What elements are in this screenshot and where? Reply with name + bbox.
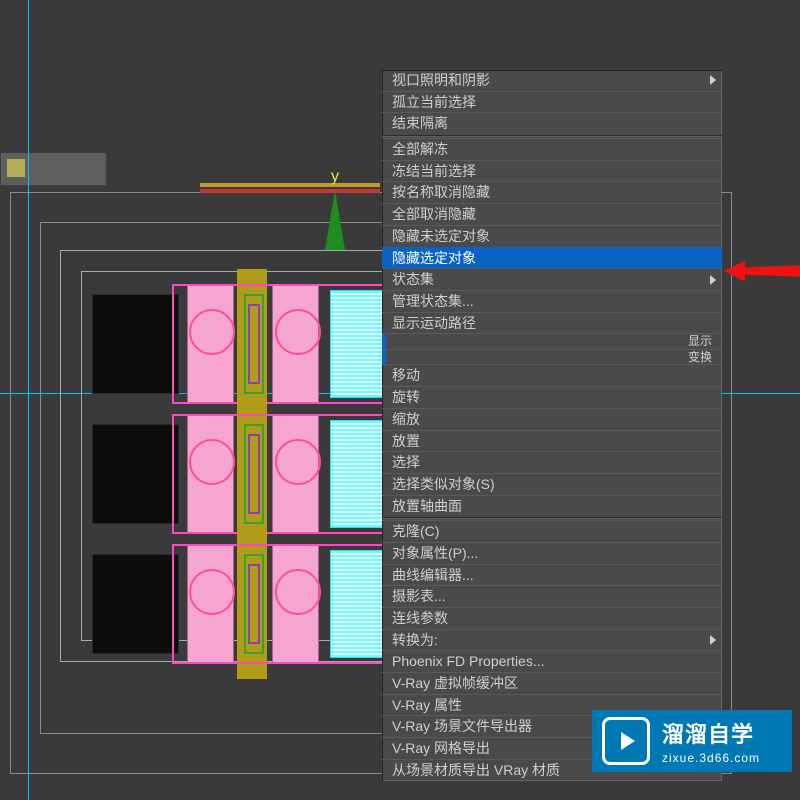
center-purple-frame [248, 434, 260, 514]
circle-outline [189, 309, 235, 355]
circle-outline [275, 569, 321, 615]
menu-separator [382, 517, 722, 519]
menu-item[interactable]: Phoenix FD Properties... [382, 650, 722, 672]
dark-block [92, 554, 179, 654]
circle-outline [189, 569, 235, 615]
axis-gizmo-y[interactable] [325, 190, 345, 250]
menu-item[interactable]: 全部解冻 [382, 138, 722, 160]
dark-block [92, 294, 179, 394]
menu-item[interactable]: 放置轴曲面 [382, 495, 722, 517]
dark-block [92, 424, 179, 524]
menu-item[interactable]: V-Ray 虚拟帧缓冲区 [382, 672, 722, 694]
menu-item[interactable]: 移动 [382, 364, 722, 386]
menu-item[interactable]: 缩放 [382, 408, 722, 430]
menu-item[interactable]: 转换为: [382, 629, 722, 651]
toolbar-fragment [0, 152, 107, 186]
menu-item[interactable]: 管理状态集... [382, 290, 722, 312]
menu-item[interactable]: 全部取消隐藏 [382, 203, 722, 225]
context-menu[interactable]: 视口照明和阴影孤立当前选择结束隔离全部解冻冻结当前选择按名称取消隐藏全部取消隐藏… [382, 70, 722, 781]
menu-item[interactable]: 孤立当前选择 [382, 91, 722, 113]
menu-item[interactable]: 摄影表... [382, 585, 722, 607]
menu-item[interactable]: 曲线编辑器... [382, 564, 722, 586]
menu-item[interactable]: 连线参数 [382, 607, 722, 629]
menu-item[interactable]: 选择类似对象(S) [382, 473, 722, 495]
guide-vertical [28, 0, 29, 800]
menu-item[interactable]: 克隆(C) [382, 520, 722, 542]
brand-url: zixue.3d66.com [662, 751, 760, 765]
top-bar-gold [200, 183, 380, 187]
circle-outline [275, 439, 321, 485]
circle-outline [275, 309, 321, 355]
play-icon [602, 717, 650, 765]
menu-item[interactable]: 视口照明和阴影 [382, 70, 722, 91]
brand-title: 溜溜自学 [662, 717, 760, 749]
brand-logo: 溜溜自学 zixue.3d66.com [592, 710, 792, 772]
menu-item[interactable]: 对象属性(P)... [382, 542, 722, 564]
center-purple-frame [248, 564, 260, 644]
menu-separator [382, 135, 722, 137]
menu-item[interactable]: 结束隔离 [382, 112, 722, 134]
menu-item[interactable]: 隐藏未选定对象 [382, 225, 722, 247]
menu-item[interactable]: 选择 [382, 451, 722, 473]
menu-item[interactable]: 隐藏选定对象 [382, 247, 722, 269]
top-bar-red [200, 189, 380, 193]
menu-item[interactable]: 显示运动路径 [382, 312, 722, 334]
circle-outline [189, 439, 235, 485]
menu-item[interactable]: 放置 [382, 430, 722, 452]
menu-item[interactable]: 旋转 [382, 386, 722, 408]
center-purple-frame [248, 304, 260, 384]
menu-section-label: 变换 [382, 349, 722, 365]
menu-section-label: 显示 [382, 333, 722, 349]
menu-item[interactable]: 按名称取消隐藏 [382, 181, 722, 203]
menu-item[interactable]: 冻结当前选择 [382, 160, 722, 182]
menu-item[interactable]: 状态集 [382, 268, 722, 290]
